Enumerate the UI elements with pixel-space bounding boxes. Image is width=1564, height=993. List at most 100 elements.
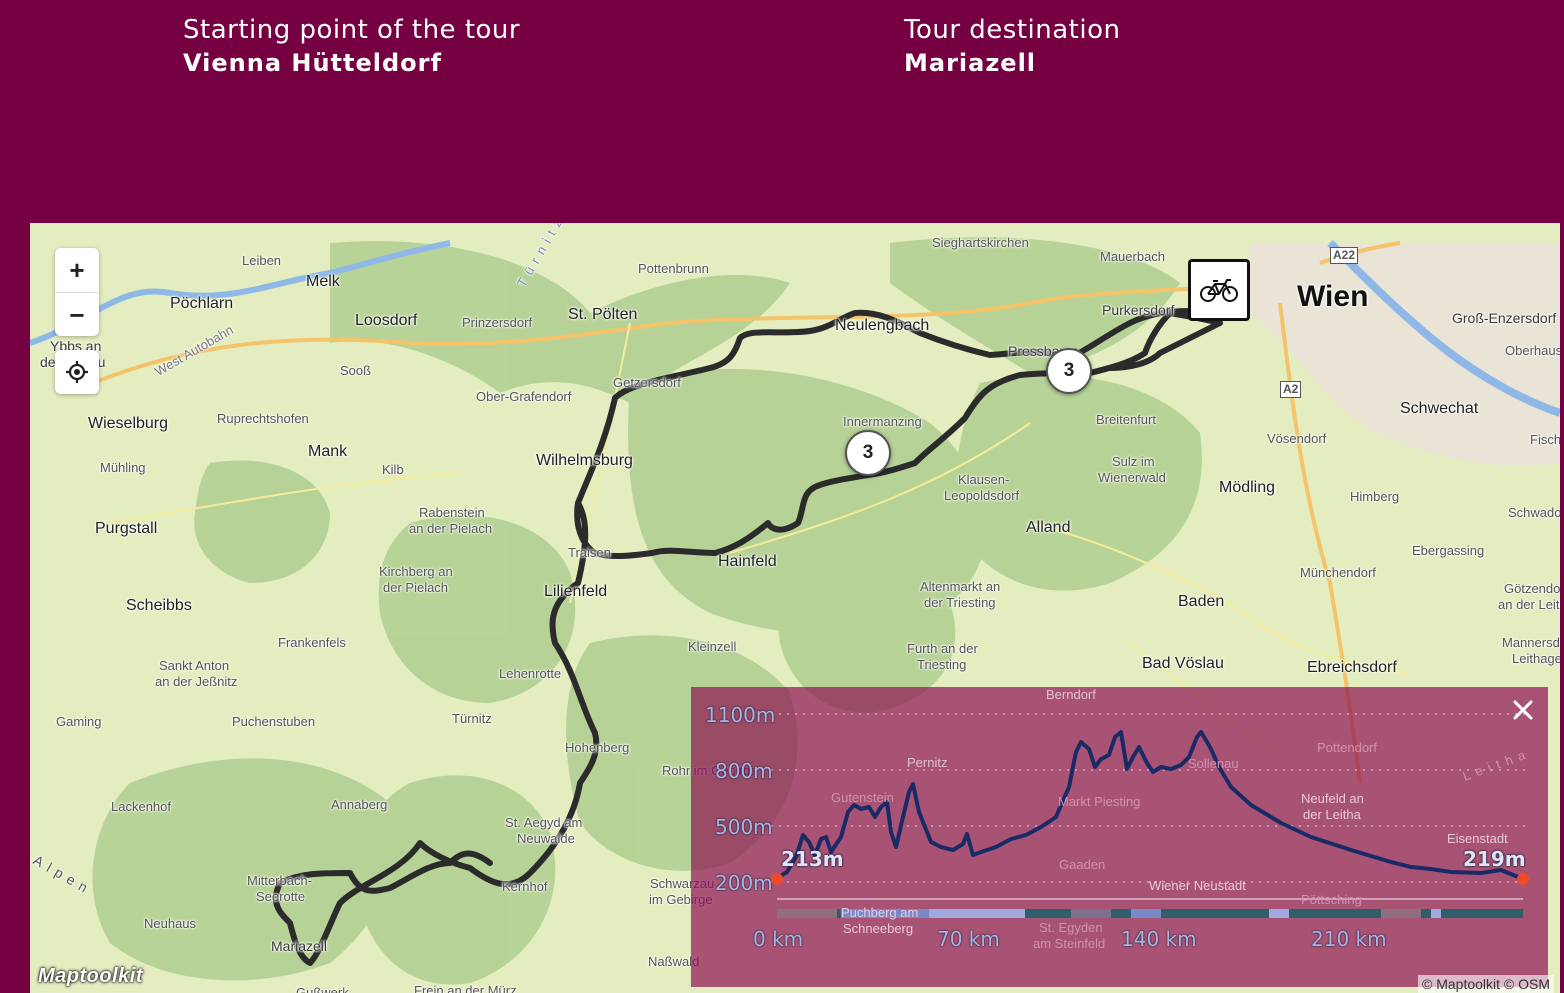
map-label-sankt-anton: Sankt Anton	[159, 658, 230, 673]
zoom-out-button[interactable]: −	[55, 292, 99, 337]
map-label-melk: Melk	[306, 273, 340, 290]
map-label-klausen-2: Leopoldsdorf	[944, 488, 1020, 503]
map-attribution[interactable]: © Maptoolkit © OSM	[1418, 975, 1554, 993]
map-label-furth: Furth an der	[907, 641, 978, 656]
map-label-sieghartskirchen: Sieghartskirchen	[932, 235, 1029, 250]
map-label-alland: Alland	[1026, 519, 1071, 536]
map-label-soos: Sooß	[340, 363, 372, 378]
map-label-lilienfeld: Lilienfeld	[544, 583, 608, 600]
map-label-st-egyden-2: am Steinfeld	[1033, 936, 1106, 951]
elevation-start-value: 213m	[781, 847, 844, 871]
map-label-pochlarn: Pöchlarn	[170, 295, 234, 312]
map-label-rabenstein: Rabenstein	[419, 505, 485, 520]
map-label-purgstall: Purgstall	[95, 520, 158, 537]
map-label-gusswerk: Gußwerk	[296, 985, 349, 993]
map-label-schwechat: Schwechat	[1400, 400, 1479, 417]
map-label-vosendorf: Vösendorf	[1267, 431, 1327, 446]
crosshair-icon	[66, 361, 88, 383]
map-label-eisenstadt: Eisenstadt	[1447, 831, 1508, 846]
map-label-fischamend: Fischamend	[1530, 432, 1560, 447]
map-label-prinzersdorf: Prinzersdorf	[462, 315, 533, 330]
start-value: Vienna Hütteldorf	[183, 49, 442, 77]
map-label-ruprechtshofen: Ruprechtshofen	[217, 411, 309, 426]
zoom-in-button[interactable]: +	[55, 248, 99, 292]
maptoolkit-logo[interactable]: Maptoolkit	[38, 965, 143, 988]
map-label-sulz: Sulz im	[1112, 454, 1155, 469]
elevation-end-point	[1517, 873, 1529, 885]
map-label-neuhaus: Neuhaus	[144, 916, 197, 931]
map-label-kleinzell: Kleinzell	[688, 639, 737, 654]
route-map[interactable]: Leiben Melk Pöchlarn Loosdorf Prinzersdo…	[30, 223, 1560, 993]
elevation-line	[775, 730, 1524, 881]
close-button[interactable]	[1508, 695, 1538, 725]
destination-value: Mariazell	[904, 49, 1037, 77]
map-label-purkersdorf: Purkersdorf	[1102, 302, 1175, 318]
locate-button[interactable]	[55, 350, 99, 394]
map-label-wilhelmsburg: Wilhelmsburg	[536, 452, 633, 469]
map-label-scheibbs: Scheibbs	[126, 597, 192, 614]
map-label-gotzendorf-2: an der Leitha	[1498, 597, 1560, 612]
map-label-sulz-2: Wienerwald	[1098, 470, 1166, 485]
map-label-munchendorf: Münchendorf	[1300, 565, 1376, 580]
map-label-a2: A2	[1280, 381, 1302, 398]
close-icon	[1513, 700, 1533, 720]
map-label-schneeberg: Schneeberg	[843, 921, 914, 936]
map-label-muhling: Mühling	[100, 460, 146, 475]
map-label-hohenberg: Hohenberg	[565, 740, 630, 755]
map-label-oberhaus: Oberhaus	[1505, 343, 1560, 358]
map-label-mannersdorf: Mannersdorf	[1502, 635, 1560, 650]
elevation-y-label: 500m	[715, 815, 773, 839]
map-label-mauerbach: Mauerbach	[1100, 249, 1166, 264]
map-label-berndorf: Berndorf	[1046, 687, 1096, 702]
map-label-gutenstein: Gutenstein	[831, 790, 894, 805]
elevation-x-label: 140 km	[1121, 927, 1197, 951]
bicycle-start-marker[interactable]	[1188, 259, 1250, 321]
route-cluster-marker[interactable]: 3	[1046, 348, 1092, 394]
elevation-y-label: 1100m	[705, 703, 776, 727]
map-label-mariazell: Mariazell	[271, 938, 328, 954]
map-label-rabenstein-2: an der Pielach	[409, 521, 493, 536]
map-label-annaberg: Annaberg	[331, 797, 388, 812]
map-label-altenmarkt-2: der Triesting	[924, 595, 996, 610]
map-label-sollenau: Sollenau	[1188, 756, 1239, 771]
map-label-kirchberg-2: der Pielach	[383, 580, 449, 595]
map-label-st-polten: St. Pölten	[568, 306, 638, 323]
map-label-furth-2: Triesting	[917, 657, 967, 672]
map-label-loosdorf: Loosdorf	[355, 312, 418, 329]
elevation-profile[interactable]: Berndorf Pernitz Gutenstein Markt Piesti…	[691, 687, 1548, 987]
map-label-wien: Wien	[1297, 280, 1369, 313]
bicycle-icon	[1200, 279, 1238, 302]
map-label-frankenfels: Frankenfels	[278, 635, 346, 650]
map-label-puchenstuben: Puchenstuben	[232, 714, 316, 729]
map-label-neufeld-2: der Leitha	[1303, 807, 1361, 822]
map-label-st-egyden: St. Egyden	[1039, 920, 1103, 935]
map-label-puchberg: Puchberg am	[841, 905, 919, 920]
map-label-pottsching: Pöttsching	[1301, 892, 1362, 907]
route-cluster-marker[interactable]: 3	[845, 430, 891, 476]
map-label-schwadorf: Schwadorf	[1508, 505, 1560, 520]
map-label-kernhof: Kernhof	[502, 879, 548, 894]
zoom-control: + −	[55, 248, 99, 336]
map-label-st-aegyd-2: Neuwalde	[517, 831, 575, 846]
map-label-gross-enzersdorf: Groß-Enzersdorf	[1452, 310, 1557, 326]
destination-label: Tour destination	[904, 15, 1121, 45]
start-label: Starting point of the tour	[183, 15, 521, 45]
elevation-x-label: 0 km	[753, 927, 804, 951]
map-label-ober-grafendorf: Ober-Grafendorf	[476, 389, 572, 404]
map-label-markt-piesting: Markt Piesting	[1058, 794, 1141, 809]
map-label-a22: A22	[1330, 247, 1359, 264]
map-label-frein: Frein an der Mürz	[414, 983, 517, 993]
elevation-x-label: 70 km	[937, 927, 1000, 951]
tour-destination-info: Tour destination Mariazell	[904, 14, 1120, 80]
map-label-getzersdorf: Getzersdorf	[613, 375, 681, 390]
map-label-gaming: Gaming	[56, 714, 102, 729]
map-label-sankt-anton-2: an der Jeßnitz	[155, 674, 238, 689]
map-label-st-aegyd: St. Aegyd am	[505, 815, 583, 830]
map-label-leiben: Leiben	[242, 253, 282, 268]
map-label-baden: Baden	[1178, 593, 1225, 610]
map-label-pottenbrunn: Pottenbrunn	[638, 261, 709, 276]
map-label-modling: Mödling	[1219, 479, 1276, 496]
map-label-turnitz: Türnitz	[452, 711, 492, 726]
map-label-pottendorf: Pottendorf	[1317, 740, 1377, 755]
map-label-wiener-neustadt: Wiener Neustadt	[1149, 878, 1246, 893]
